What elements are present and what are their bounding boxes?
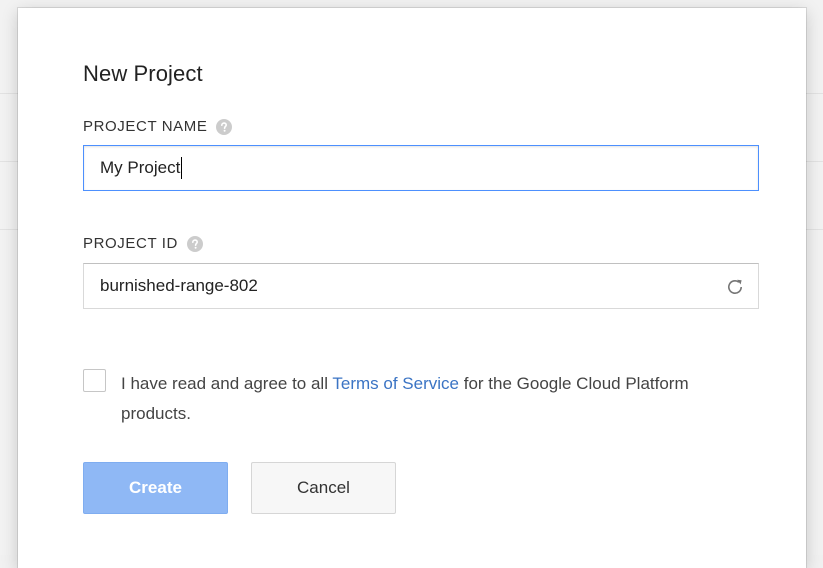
new-project-dialog: New Project PROJECT NAME My Project PROJ… (18, 8, 806, 568)
project-name-label-text: PROJECT NAME (83, 118, 208, 135)
terms-checkbox[interactable] (83, 369, 106, 392)
project-name-label: PROJECT NAME (83, 118, 233, 135)
project-id-label-text: PROJECT ID (83, 235, 178, 252)
project-id-value: burnished-range-802 (100, 276, 258, 295)
terms-of-service-link[interactable]: Terms of Service (332, 374, 459, 393)
terms-text-before: I have read and agree to all (121, 374, 333, 393)
project-id-label: PROJECT ID (83, 235, 203, 252)
help-circle-icon[interactable] (216, 118, 233, 135)
create-button[interactable]: Create (83, 462, 228, 514)
background-divider (806, 161, 823, 162)
background-divider (806, 93, 823, 94)
background-divider (806, 229, 823, 230)
text-caret (181, 157, 183, 179)
refresh-icon[interactable] (725, 277, 745, 297)
background-divider (0, 229, 18, 230)
terms-agreement-text: I have read and agree to all Terms of Se… (121, 369, 741, 429)
project-id-input[interactable]: burnished-range-802 (83, 263, 759, 309)
background-divider (0, 93, 18, 94)
background-divider (0, 161, 18, 162)
project-name-value: My Project (100, 158, 181, 177)
project-name-input[interactable]: My Project (83, 145, 759, 191)
dialog-title: New Project (83, 61, 203, 86)
help-circle-icon[interactable] (186, 235, 203, 252)
cancel-button[interactable]: Cancel (251, 462, 396, 514)
